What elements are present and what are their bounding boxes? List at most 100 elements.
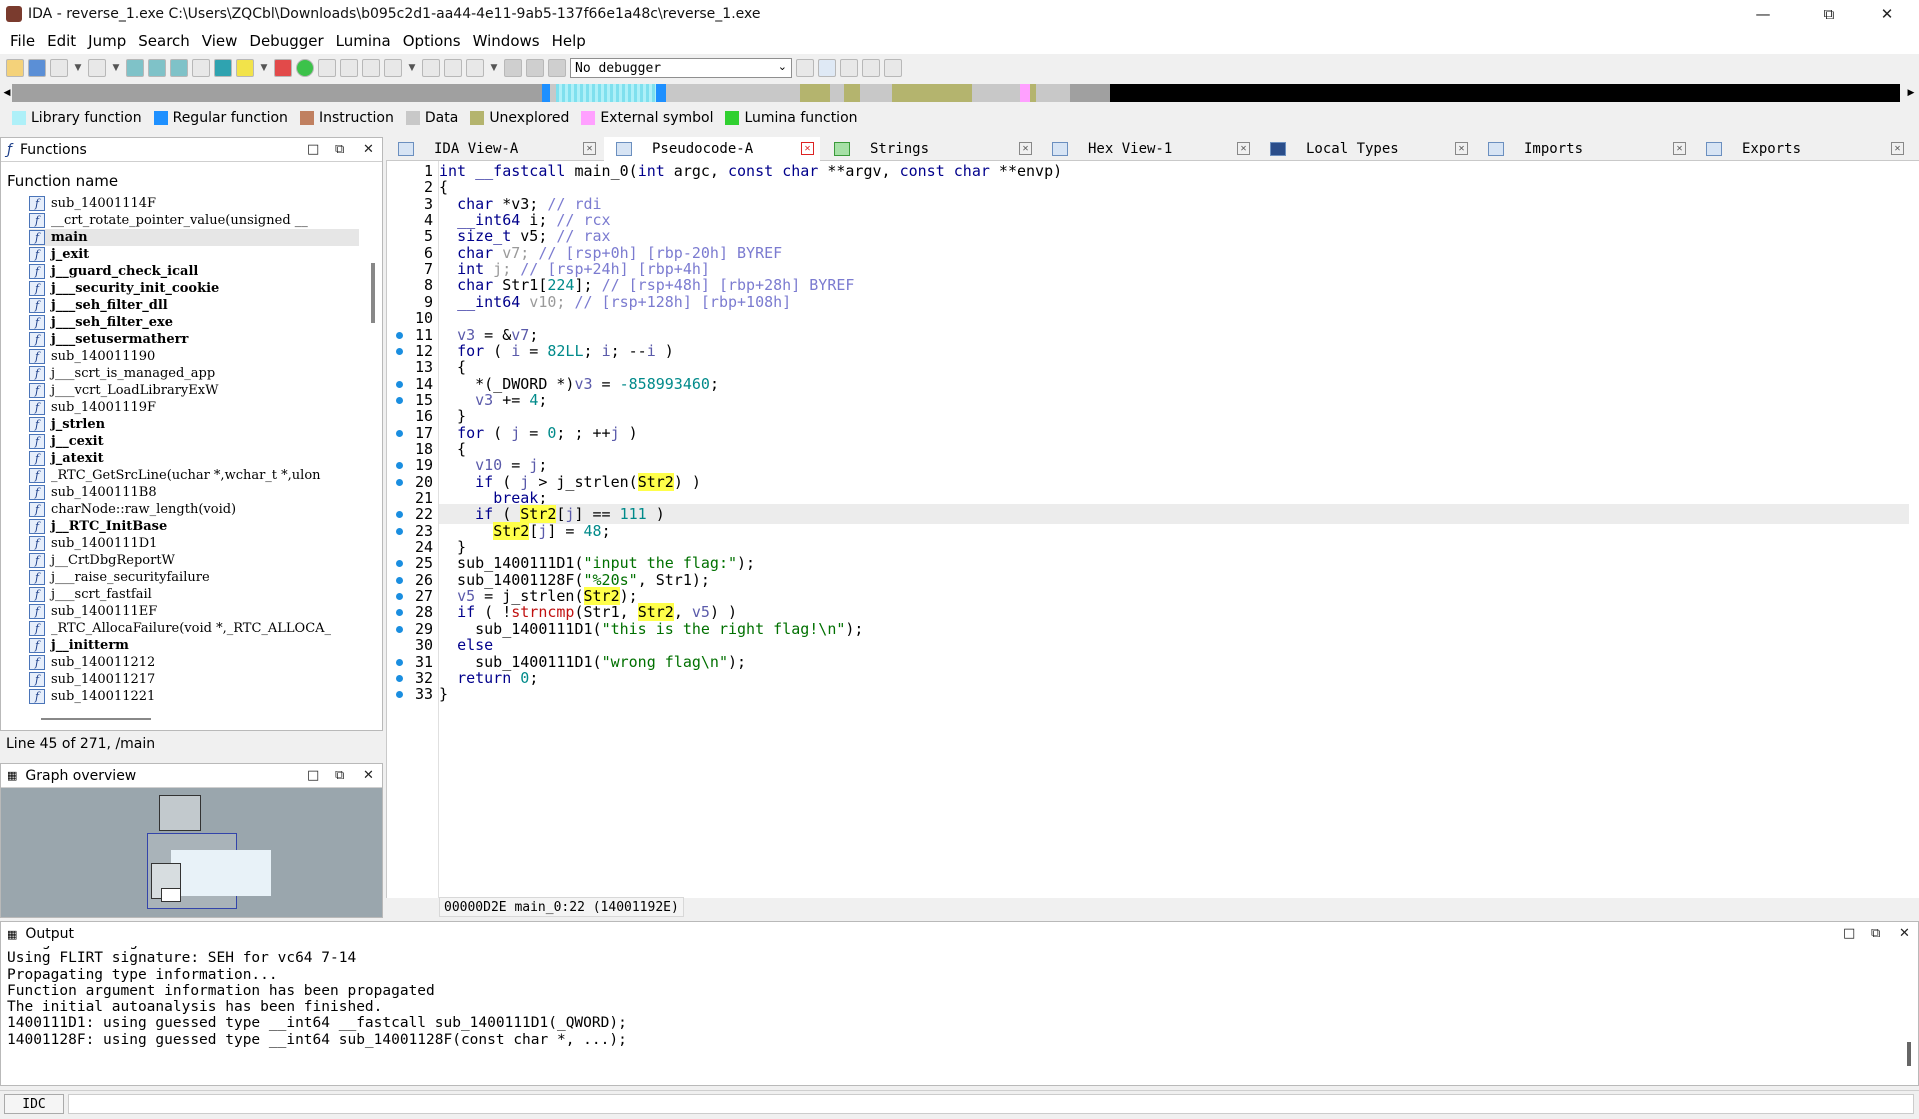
tab-close-icon[interactable]: ✕	[1455, 142, 1468, 155]
segment-icon-2[interactable]	[340, 59, 358, 77]
navband-scroll-left-icon[interactable]: ◀	[2, 84, 12, 102]
function-row[interactable]: f j___seh_filter_exe	[29, 314, 359, 331]
float-graph-icon[interactable]: ⧉	[335, 768, 344, 783]
maximize-graph-icon[interactable]: □	[307, 768, 319, 783]
minimize-button[interactable]: —	[1740, 0, 1786, 28]
menu-options[interactable]: Options	[397, 32, 467, 50]
function-row[interactable]: f j_exit	[29, 246, 359, 263]
function-row[interactable]: f sub_140011212	[29, 654, 359, 671]
tab-exports[interactable]: Exports ✕	[1694, 137, 1910, 161]
breakpoint-dot-icon[interactable]	[396, 625, 403, 633]
menu-lumina[interactable]: Lumina	[330, 32, 397, 50]
pseudocode-view[interactable]: 1 2 3 4 5 6 7 8 9 10 11 12 13 14 15 16 17 18 19 20 21 22 23 24 2…	[386, 161, 1919, 917]
graph-icon[interactable]	[274, 59, 292, 77]
segment-icon-3[interactable]	[362, 59, 380, 77]
function-row[interactable]: f sub_1400111EF	[29, 603, 359, 620]
function-row[interactable]: f sub_1400111D1	[29, 535, 359, 552]
forward-icon[interactable]	[88, 59, 106, 77]
menu-view[interactable]: View	[196, 32, 244, 50]
tab-close-icon[interactable]: ✕	[583, 142, 596, 155]
function-row[interactable]: f _RTC_AllocaFailure(void *,_RTC_ALLOCA_	[29, 620, 359, 637]
close-panel-icon[interactable]: ✕	[363, 142, 374, 157]
function-row[interactable]: f j__initterm	[29, 637, 359, 654]
functions-hscroll-thumb[interactable]	[41, 718, 151, 720]
tab-close-icon[interactable]: ✕	[1673, 142, 1686, 155]
function-row[interactable]: f __crt_rotate_pointer_value(unsigned __	[29, 212, 359, 229]
function-row[interactable]: f sub_14001114F	[29, 195, 359, 212]
function-row[interactable]: f j___raise_securityfailure	[29, 569, 359, 586]
tab-ida-view-a[interactable]: IDA View-A ✕	[386, 137, 602, 161]
function-row[interactable]: f sub_14001119F	[29, 399, 359, 416]
breakpoint-dot-icon[interactable]	[396, 576, 403, 584]
code-line[interactable]: }	[439, 684, 448, 704]
segment-icon-1[interactable]	[318, 59, 336, 77]
navband-scroll-right-icon[interactable]: ▶	[1905, 84, 1917, 102]
binary-icon[interactable]	[126, 59, 144, 77]
function-row[interactable]: f charNode::raw_length(void)	[29, 501, 359, 518]
tab-local-types[interactable]: Local Types ✕	[1258, 137, 1474, 161]
tab-hex-view-1[interactable]: Hex View-1 ✕	[1040, 137, 1256, 161]
function-row[interactable]: f j__CrtDbgReportW	[29, 552, 359, 569]
idc-button[interactable]: IDC	[4, 1094, 64, 1114]
function-row[interactable]: f j___seh_filter_dll	[29, 297, 359, 314]
save-icon[interactable]	[28, 59, 46, 77]
list-arrow-icon[interactable]	[884, 59, 902, 77]
forward-dropdown-icon[interactable]: ▼	[110, 59, 122, 77]
maximize-panel-icon[interactable]: □	[307, 142, 319, 157]
close-graph-icon[interactable]: ✕	[363, 768, 374, 783]
navigation-band[interactable]	[12, 84, 1900, 102]
next-code-icon[interactable]	[170, 59, 188, 77]
code-line[interactable]: for ( j = 0; ; ++j )	[439, 423, 638, 443]
breakpoint-dot-icon[interactable]	[396, 380, 403, 388]
breakpoint-dot-icon[interactable]	[396, 527, 403, 535]
tab-imports[interactable]: Imports ✕	[1476, 137, 1692, 161]
function-row[interactable]: f j__cexit	[29, 433, 359, 450]
float-panel-icon[interactable]: ⧉	[335, 142, 344, 157]
code-line[interactable]: for ( i = 82LL; i; --i )	[439, 341, 674, 361]
function-row[interactable]: f sub_1400111B8	[29, 484, 359, 501]
tab-strings[interactable]: Strings ✕	[822, 137, 1038, 161]
back-dropdown-icon[interactable]: ▼	[72, 59, 84, 77]
functions-scrollbar-thumb[interactable]	[371, 263, 375, 323]
menu-edit[interactable]: Edit	[41, 32, 82, 50]
function-row[interactable]: f j_strlen	[29, 416, 359, 433]
tab-close-icon[interactable]: ✕	[801, 142, 814, 155]
green-circle-icon[interactable]	[296, 59, 314, 77]
tab-close-icon[interactable]: ✕	[1019, 142, 1032, 155]
function-row[interactable]: f j___vcrt_LoadLibraryExW	[29, 382, 359, 399]
function-row[interactable]: f sub_140011221	[29, 688, 359, 705]
breakpoint-dot-icon[interactable]	[396, 429, 403, 437]
menu-search[interactable]: Search	[132, 32, 196, 50]
function-row[interactable]: f j___scrt_fastfail	[29, 586, 359, 603]
function-row[interactable]: f j__guard_check_icall	[29, 263, 359, 280]
debugger-select[interactable]: No debugger ⌄	[570, 58, 792, 78]
function-row[interactable]: f j_atexit	[29, 450, 359, 467]
code-line[interactable]: if ( Str2[j] == 111 )	[439, 504, 1909, 525]
tab-close-icon[interactable]: ✕	[1237, 142, 1250, 155]
list-red-icon[interactable]	[862, 59, 880, 77]
open-folder-icon[interactable]	[6, 59, 24, 77]
play-icon[interactable]	[504, 59, 522, 77]
close-button[interactable]: ✕	[1864, 0, 1910, 28]
pause-icon[interactable]	[526, 59, 544, 77]
menu-help[interactable]: Help	[546, 32, 592, 50]
close-output-icon[interactable]: ✕	[1899, 926, 1910, 941]
tab-pseudocode-a[interactable]: Pseudocode-A ✕	[604, 137, 820, 161]
breakpoint-dot-icon[interactable]	[396, 331, 403, 339]
breakpoint-dot-icon[interactable]	[396, 658, 403, 666]
font-dropdown-icon[interactable]: ▼	[258, 59, 270, 77]
segment-icon-4[interactable]	[384, 59, 402, 77]
function-name-column-header[interactable]: Function name	[7, 172, 118, 190]
menu-file[interactable]: File	[4, 32, 41, 50]
menu-debugger[interactable]: Debugger	[243, 32, 329, 50]
function-row[interactable]: f j___setusermatherr	[29, 331, 359, 348]
function-row[interactable]: f sub_140011217	[29, 671, 359, 688]
copy-icon[interactable]	[796, 59, 814, 77]
menu-jump[interactable]: Jump	[82, 32, 132, 50]
breakpoint-dot-icon[interactable]	[396, 478, 403, 486]
tab-close-icon[interactable]: ✕	[1891, 142, 1904, 155]
code-line[interactable]: sub_1400111D1("this is the right flag!\n…	[439, 619, 863, 639]
segment-dropdown-icon[interactable]: ▼	[406, 59, 418, 77]
breakpoint-dot-icon[interactable]	[396, 347, 403, 355]
maximize-output-icon[interactable]: □	[1843, 926, 1855, 941]
